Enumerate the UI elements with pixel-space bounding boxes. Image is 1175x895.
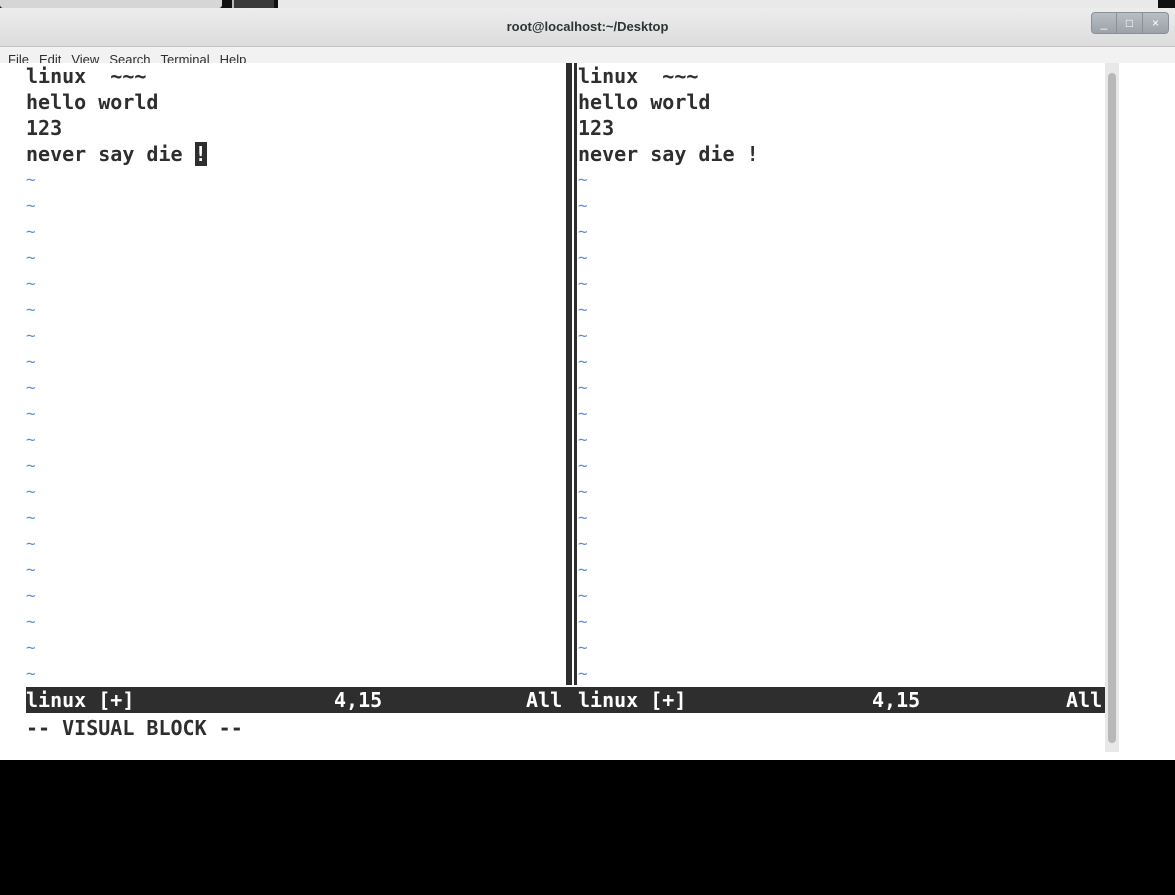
empty-line-tilde: ~ <box>578 300 588 319</box>
status-left-position: 4,15 <box>334 688 383 712</box>
buffer-line: never say die ! <box>26 141 564 167</box>
empty-line-tilde: ~ <box>26 638 36 657</box>
empty-line-tilde: ~ <box>578 430 588 449</box>
empty-line-tilde: ~ <box>26 274 36 293</box>
vertical-split-separator[interactable] <box>564 63 578 685</box>
vim-mode-indicator: -- VISUAL BLOCK -- <box>26 716 243 740</box>
empty-line-tilde: ~ <box>578 170 588 189</box>
terminal-area[interactable]: linux ~~~ hello world 123 never say die … <box>0 63 1105 752</box>
status-left-filename: linux [+] <box>26 688 135 712</box>
window-right-margin <box>1119 63 1175 752</box>
vim-status-line: linux [+] 4,15 All linux [+] 4,15 All <box>26 687 1105 713</box>
desktop-panel-window <box>278 0 1158 8</box>
buffer-line: never say die ! <box>578 142 759 166</box>
empty-line-tilde: ~ <box>578 638 588 657</box>
buffer-line: hello world <box>578 90 711 114</box>
empty-line-tilde: ~ <box>26 170 36 189</box>
desktop-panel-left <box>0 0 222 8</box>
empty-line-tilde: ~ <box>578 196 588 215</box>
terminal-scrollbar[interactable] <box>1105 63 1119 752</box>
empty-line-tilde: ~ <box>578 274 588 293</box>
maximize-button[interactable]: □ <box>1117 12 1143 34</box>
empty-line-tilde: ~ <box>26 560 36 579</box>
empty-line-tilde: ~ <box>26 352 36 371</box>
empty-lines: ~ ~ ~ ~ ~ ~ ~ ~ ~ ~ ~ ~ ~ ~ ~ ~ ~ ~ ~ ~ <box>26 167 564 685</box>
empty-line-tilde: ~ <box>578 378 588 397</box>
empty-line-tilde: ~ <box>26 664 36 683</box>
status-right-scroll: All <box>1066 688 1103 712</box>
empty-line-tilde: ~ <box>26 456 36 475</box>
empty-line-tilde: ~ <box>578 326 588 345</box>
empty-line-tilde: ~ <box>578 586 588 605</box>
desktop-top-strip <box>0 0 1175 8</box>
empty-line-tilde: ~ <box>578 508 588 527</box>
empty-line-tilde: ~ <box>26 326 36 345</box>
empty-line-tilde: ~ <box>578 248 588 267</box>
empty-line-tilde: ~ <box>578 222 588 241</box>
empty-line-tilde: ~ <box>26 482 36 501</box>
empty-line-tilde: ~ <box>26 404 36 423</box>
buffer-line: 123 <box>578 116 615 140</box>
buffer-line: hello world <box>26 90 159 114</box>
empty-line-tilde: ~ <box>26 586 36 605</box>
empty-line-tilde: ~ <box>26 248 36 267</box>
empty-line-tilde: ~ <box>26 534 36 553</box>
empty-line-tilde: ~ <box>578 664 588 683</box>
split-edge <box>574 63 577 685</box>
status-right-filename: linux [+] <box>578 688 687 712</box>
status-right-position: 4,15 <box>872 688 921 712</box>
empty-line-tilde: ~ <box>578 456 588 475</box>
status-left-scroll: All <box>526 688 563 712</box>
empty-line-tilde: ~ <box>578 404 588 423</box>
buffer-line: linux ~~~ <box>26 64 147 88</box>
title-bar[interactable]: root@localhost:~/Desktop _ □ × <box>0 8 1175 47</box>
empty-line-tilde: ~ <box>26 222 36 241</box>
empty-line-tilde: ~ <box>578 534 588 553</box>
vim-pane-left[interactable]: linux ~~~ hello world 123 never say die … <box>26 63 564 685</box>
buffer-line: 123 <box>26 116 63 140</box>
buffer-text: never say die <box>26 142 195 166</box>
empty-line-tilde: ~ <box>26 612 36 631</box>
empty-line-tilde: ~ <box>26 378 36 397</box>
window-controls: _ □ × <box>1091 12 1169 34</box>
scrollbar-thumb[interactable] <box>1108 73 1116 743</box>
close-button[interactable]: × <box>1143 12 1169 34</box>
empty-line-tilde: ~ <box>26 508 36 527</box>
empty-line-tilde: ~ <box>578 482 588 501</box>
empty-line-tilde: ~ <box>26 196 36 215</box>
empty-line-tilde: ~ <box>26 300 36 319</box>
empty-line-tilde: ~ <box>578 560 588 579</box>
split-bar <box>566 63 572 685</box>
empty-line-tilde: ~ <box>26 430 36 449</box>
desktop-panel-thumb <box>232 0 274 8</box>
empty-lines: ~ ~ ~ ~ ~ ~ ~ ~ ~ ~ ~ ~ ~ ~ ~ ~ ~ ~ ~ ~ <box>578 167 1105 685</box>
empty-line-tilde: ~ <box>578 612 588 631</box>
window-title: root@localhost:~/Desktop <box>506 19 669 34</box>
buffer-line: linux ~~~ <box>578 64 699 88</box>
vim-pane-right[interactable]: linux ~~~ hello world 123 never say die … <box>578 63 1105 685</box>
text-cursor: ! <box>194 142 207 166</box>
minimize-button[interactable]: _ <box>1091 12 1117 34</box>
empty-line-tilde: ~ <box>578 352 588 371</box>
